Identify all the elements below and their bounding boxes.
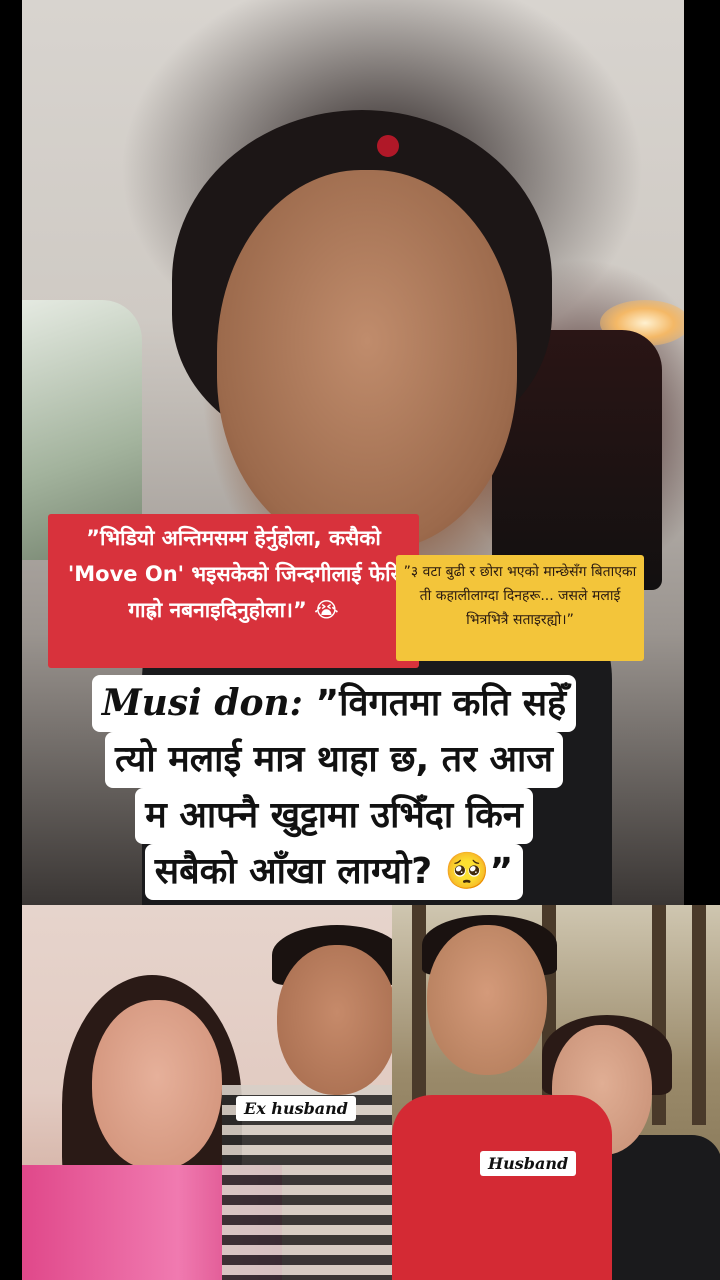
woman-face [217,170,517,550]
quote-caption-yellow: ”३ वटा बुढी र छोरा भएको मान्छेसँग बिताएक… [396,555,644,661]
photo-with-husband [392,905,720,1280]
man-face [427,925,547,1075]
headline-line-2: त्यो मलाई मात्र थाहा छ, तर आज [105,732,563,788]
headline-brand: Musi don: [101,682,303,724]
tree-trunk [692,905,706,1125]
headline-line-3: म आफ्नै खुट्टामा उभिँदा किन [135,788,533,844]
quote-caption-red: ”भिडियो अन्तिमसम्म हेर्नुहोला, कसैको 'Mo… [48,514,419,668]
ex-husband-label: Ex husband [236,1096,356,1121]
woman-face [92,1000,222,1170]
headline-overlay: Musi don: ”विगतमा कति सहेँ त्यो मलाई मात… [35,675,633,900]
headline-line-4: सबैको आँखा लाग्यो? 🥺” [144,844,524,900]
headline-line-1-text: ”विगतमा कति सहेँ [302,683,567,724]
red-tshirt [392,1095,612,1280]
sindoor-mark [377,135,399,157]
man-face [277,945,392,1095]
headline-line-1: Musi don: ”विगतमा कति सहेँ [91,675,577,732]
photo-with-ex-husband [22,905,392,1280]
husband-label: Husband [480,1151,577,1176]
